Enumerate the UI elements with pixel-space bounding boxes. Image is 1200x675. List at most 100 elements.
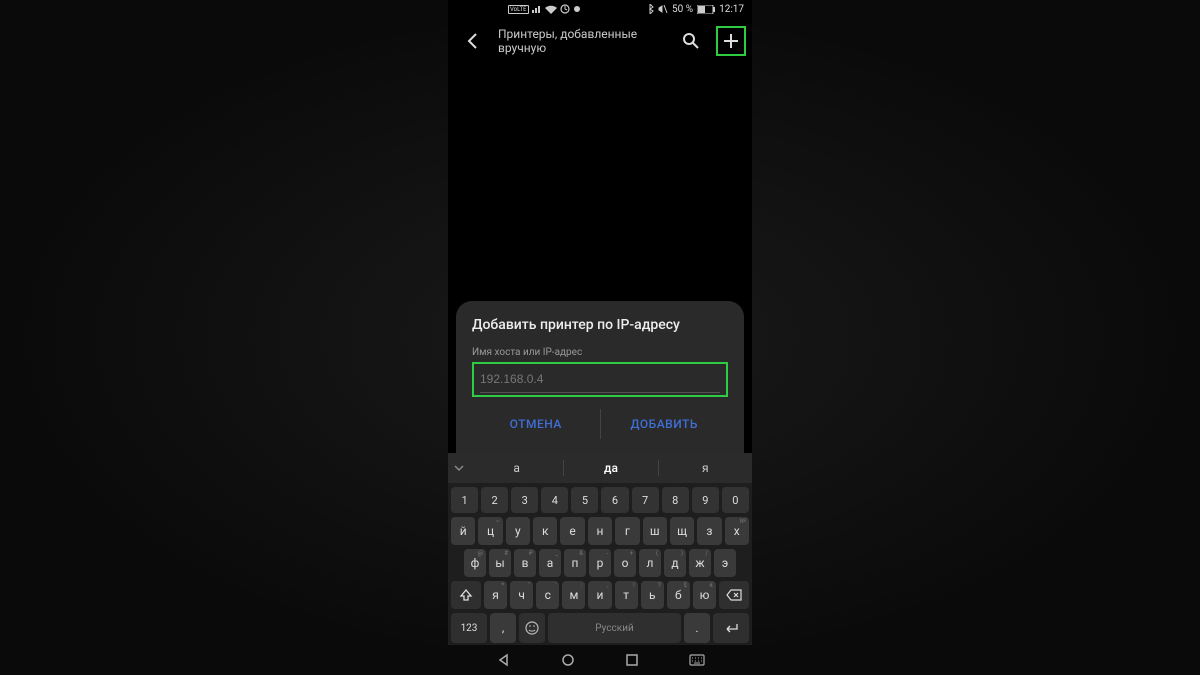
- key-а[interactable]: а_: [539, 549, 561, 577]
- volte-badge: VoLTE: [508, 5, 529, 14]
- key-д[interactable]: д): [664, 549, 686, 577]
- ip-input-highlight: [472, 362, 728, 397]
- space-key[interactable]: Русский: [548, 613, 681, 643]
- page-title: Принтеры, добавленные вручную: [498, 27, 666, 55]
- symbols-key[interactable]: 123: [451, 613, 487, 643]
- key-ц[interactable]: ц~: [478, 517, 502, 545]
- keyboard-suggestions: а да я: [448, 453, 752, 483]
- key-5[interactable]: 5: [571, 487, 598, 513]
- key-и[interactable]: и;: [588, 581, 611, 609]
- key-7[interactable]: 7: [632, 487, 659, 513]
- sync-icon: [560, 4, 570, 14]
- key-ь[interactable]: ь?: [641, 581, 664, 609]
- mute-icon: [658, 4, 668, 14]
- emoji-key[interactable]: [519, 613, 545, 643]
- nav-back-icon: [496, 653, 510, 667]
- nav-keyboard-button[interactable]: [687, 650, 707, 670]
- dialog-title: Добавить принтер по IP-адресу: [472, 317, 728, 333]
- key-ш[interactable]: ш: [643, 517, 667, 545]
- key-ж[interactable]: ж/: [689, 549, 711, 577]
- keyboard-row-3: я*ч"с'м:и;т!ь?б$ю€: [451, 581, 749, 609]
- status-bar: VoLTE 50 % 12:17: [448, 0, 752, 18]
- add-printer-dialog: Добавить принтер по IP-адресу Имя хоста …: [456, 301, 744, 453]
- key-б[interactable]: б$: [667, 581, 690, 609]
- backspace-icon: [726, 589, 742, 601]
- key-е[interactable]: е: [560, 517, 584, 545]
- back-button[interactable]: [458, 26, 488, 56]
- key-т[interactable]: т!: [615, 581, 638, 609]
- navigation-bar: [448, 645, 752, 675]
- battery-percent: 50 %: [672, 4, 693, 15]
- shift-icon: [459, 588, 473, 602]
- key-л[interactable]: л(: [639, 549, 661, 577]
- signal-icon: [532, 5, 542, 13]
- period-key[interactable]: .: [684, 613, 710, 643]
- app-bar: Принтеры, добавленные вручную: [448, 18, 752, 62]
- keyboard: 1234567890 йц~укенгшщзх№ ф@ы#в₽а_п&р-о+л…: [448, 483, 752, 645]
- dialog-field-label: Имя хоста или IP-адрес: [472, 347, 728, 358]
- enter-key[interactable]: [713, 613, 749, 643]
- nav-home-icon: [561, 653, 575, 667]
- key-у[interactable]: у: [506, 517, 530, 545]
- suggestion-3[interactable]: я: [659, 461, 752, 475]
- phone-frame: VoLTE 50 % 12:17 Принтеры, добавленные в…: [448, 0, 752, 675]
- key-0[interactable]: 0: [722, 487, 749, 513]
- search-button[interactable]: [676, 26, 706, 56]
- key-н[interactable]: н: [588, 517, 612, 545]
- key-з[interactable]: з: [697, 517, 721, 545]
- key-в[interactable]: в₽: [514, 549, 536, 577]
- key-2[interactable]: 2: [481, 487, 508, 513]
- chevron-down-icon: [454, 465, 464, 471]
- key-1[interactable]: 1: [451, 487, 478, 513]
- keyboard-row-1: йц~укенгшщзх№: [451, 517, 749, 545]
- nav-back-button[interactable]: [493, 650, 513, 670]
- key-4[interactable]: 4: [541, 487, 568, 513]
- confirm-add-button[interactable]: ДОБАВИТЬ: [601, 409, 729, 439]
- keyboard-row-2: ф@ы#в₽а_п&р-о+л(д)ж/э: [451, 549, 749, 577]
- key-ы[interactable]: ы#: [489, 549, 511, 577]
- key-х[interactable]: х№: [725, 517, 749, 545]
- comma-key[interactable]: ,: [490, 613, 516, 643]
- key-о[interactable]: о+: [614, 549, 636, 577]
- emoji-icon: [525, 621, 539, 635]
- add-button[interactable]: [716, 26, 746, 56]
- keyboard-icon: [689, 654, 705, 666]
- backspace-key[interactable]: [719, 581, 749, 609]
- wifi-icon: [545, 5, 557, 14]
- key-р[interactable]: р-: [589, 549, 611, 577]
- bluetooth-icon: [647, 4, 654, 14]
- key-ч[interactable]: ч": [510, 581, 533, 609]
- key-й[interactable]: й: [451, 517, 475, 545]
- content-area: Добавить принтер по IP-адресу Имя хоста …: [448, 62, 752, 453]
- notification-dot-icon: [573, 5, 581, 13]
- key-ф[interactable]: ф@: [464, 549, 486, 577]
- key-г[interactable]: г: [615, 517, 639, 545]
- key-п[interactable]: п&: [564, 549, 586, 577]
- plus-icon: [722, 32, 740, 50]
- battery-icon: [697, 5, 715, 14]
- back-arrow-icon: [464, 32, 482, 50]
- cancel-button[interactable]: ОТМЕНА: [472, 409, 600, 439]
- key-3[interactable]: 3: [511, 487, 538, 513]
- nav-home-button[interactable]: [558, 650, 578, 670]
- suggestion-2[interactable]: да: [564, 461, 657, 475]
- key-к[interactable]: к: [533, 517, 557, 545]
- clock: 12:17: [719, 4, 744, 15]
- shift-key[interactable]: [451, 581, 481, 609]
- key-6[interactable]: 6: [601, 487, 628, 513]
- suggestion-1[interactable]: а: [470, 461, 563, 475]
- expand-suggestions-button[interactable]: [448, 463, 470, 474]
- dialog-buttons: ОТМЕНА ДОБАВИТЬ: [472, 409, 728, 453]
- key-с[interactable]: с': [536, 581, 559, 609]
- keyboard-row-4: 123 , Русский .: [451, 613, 749, 643]
- key-8[interactable]: 8: [662, 487, 689, 513]
- key-м[interactable]: м:: [562, 581, 585, 609]
- nav-recent-icon: [625, 653, 639, 667]
- nav-recent-button[interactable]: [622, 650, 642, 670]
- key-э[interactable]: э: [714, 549, 736, 577]
- key-я[interactable]: я*: [484, 581, 507, 609]
- key-9[interactable]: 9: [692, 487, 719, 513]
- ip-address-input[interactable]: [480, 368, 720, 393]
- key-ю[interactable]: ю€: [693, 581, 716, 609]
- key-щ[interactable]: щ: [670, 517, 694, 545]
